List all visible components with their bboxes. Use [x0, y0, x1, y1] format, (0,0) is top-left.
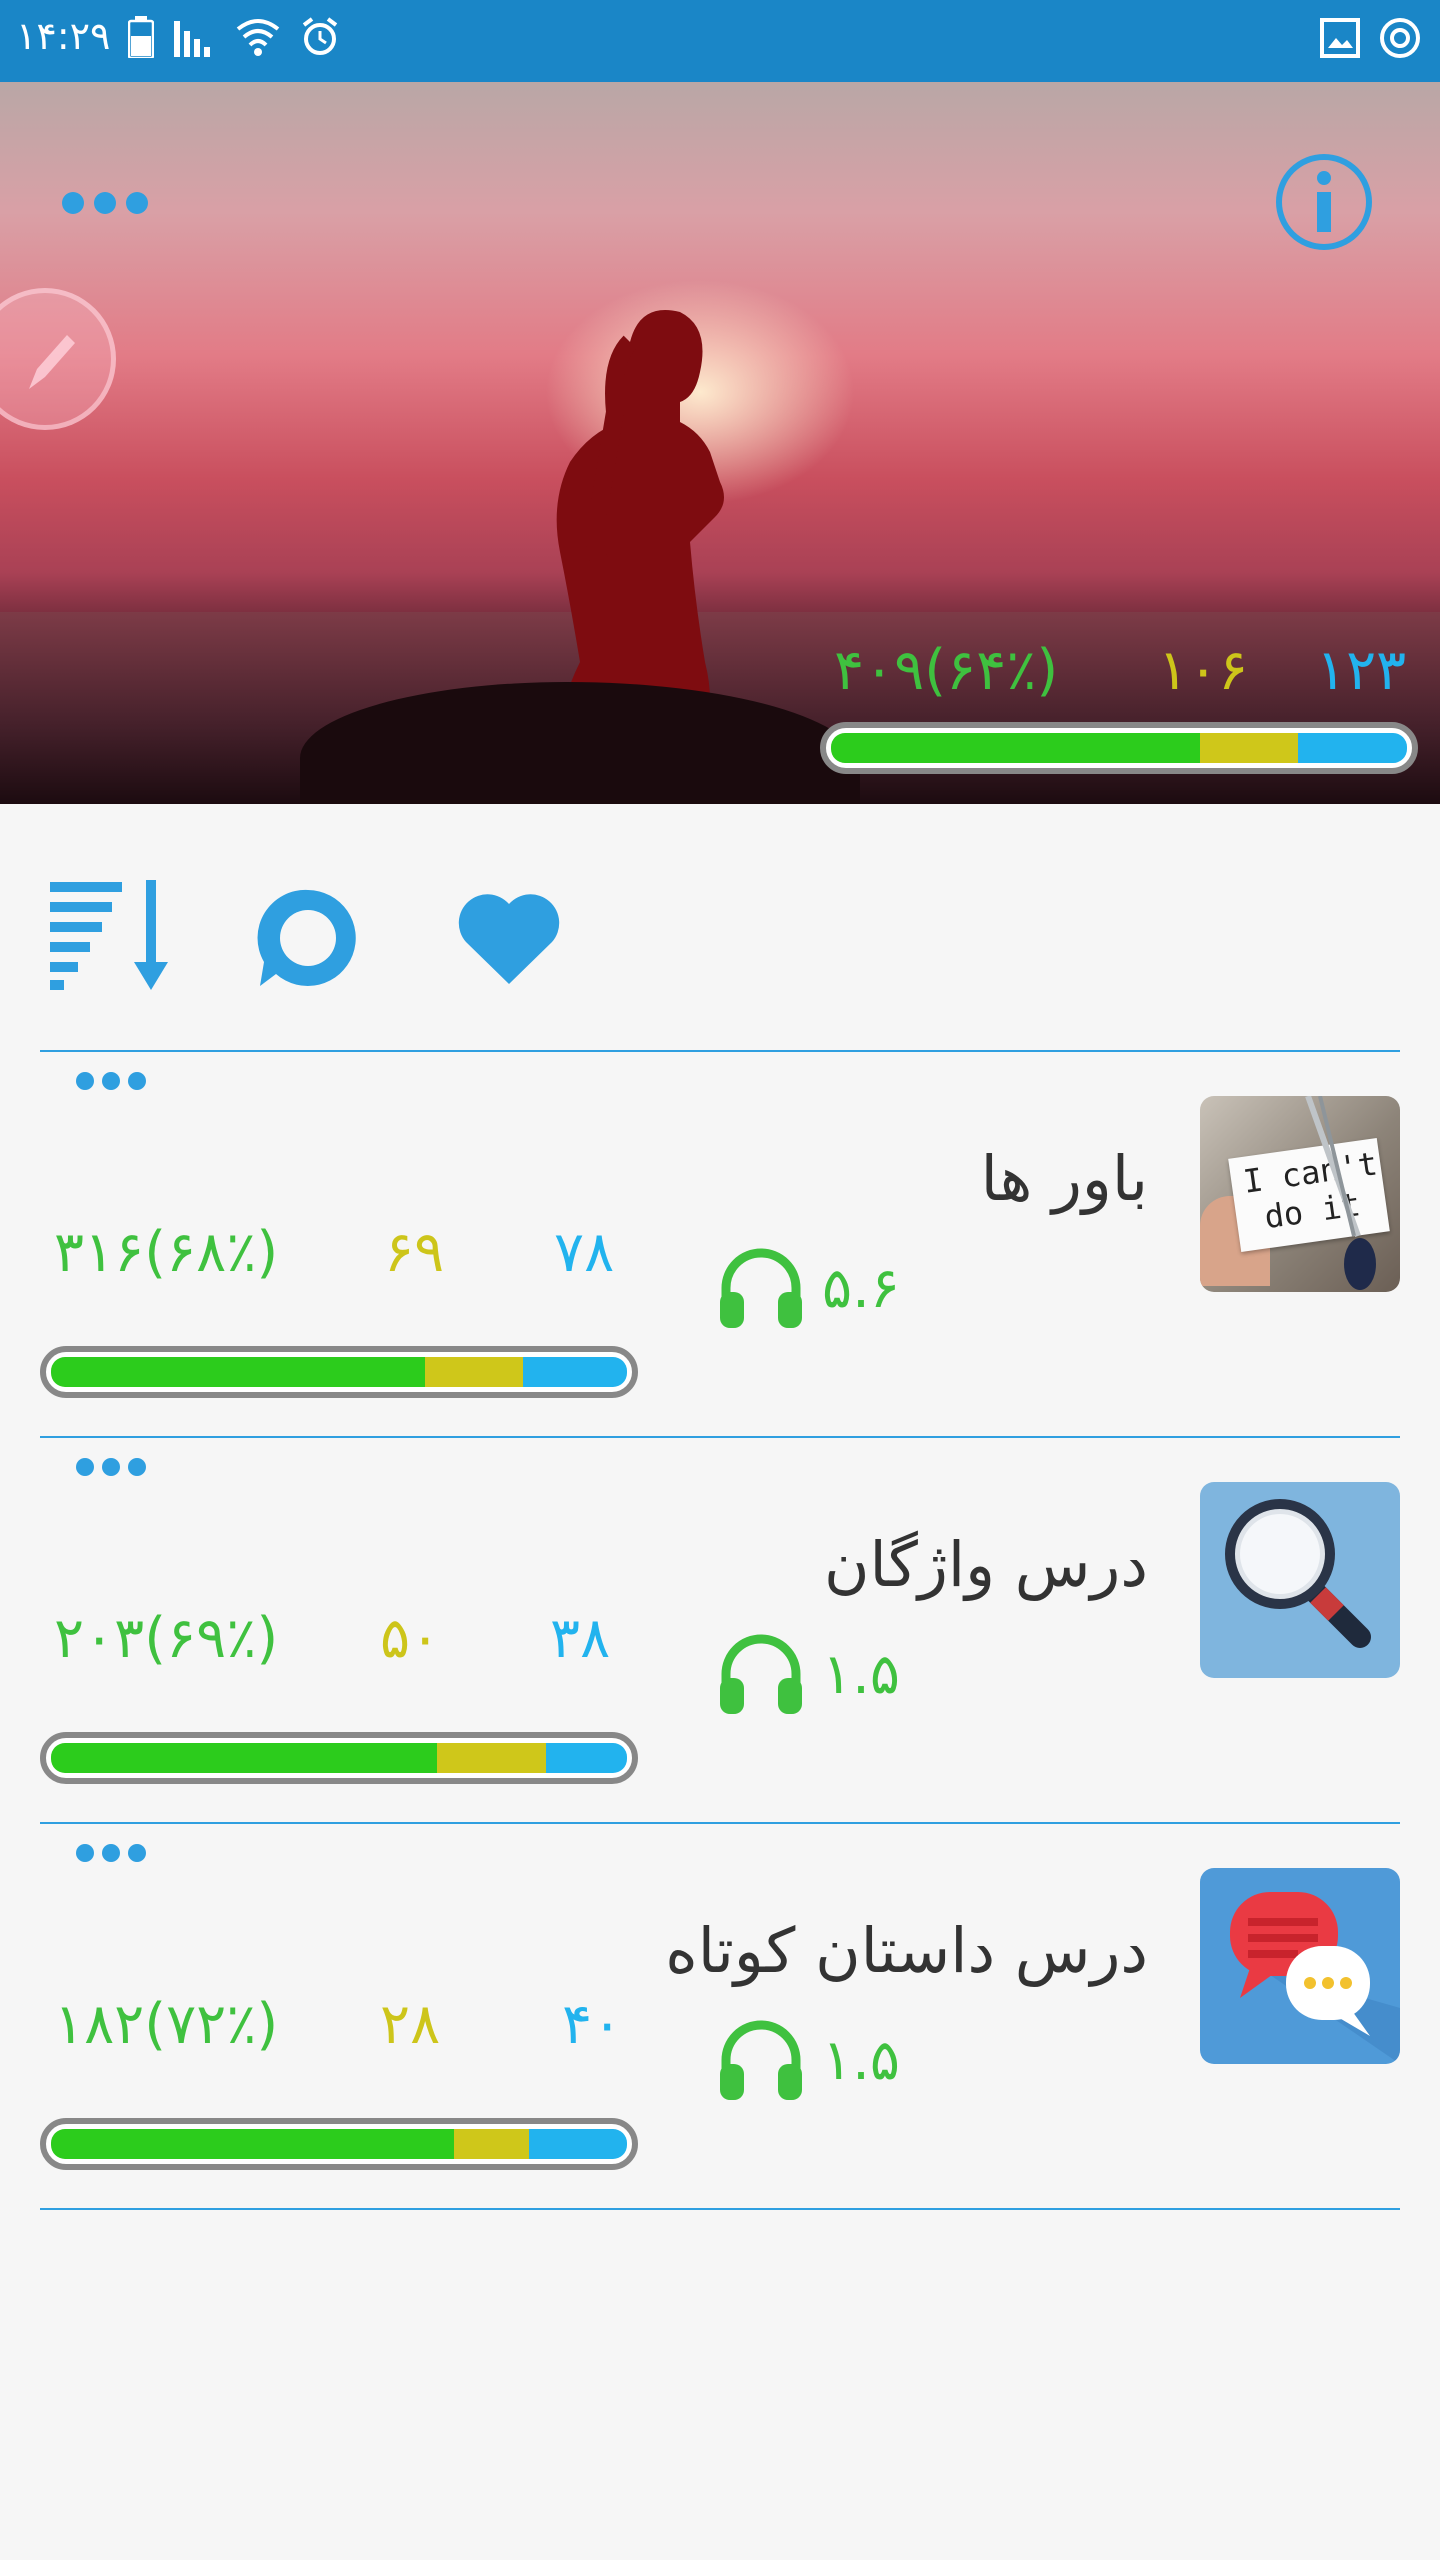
- hero-stats: ۴۰۹(۶۴٪) ۱۰۶ ۱۲۳: [820, 638, 1420, 708]
- lesson-stat-right: ۳۸: [550, 1606, 611, 1671]
- scissors-icon: [1305, 1096, 1376, 1290]
- lesson-stat-right: ۴۰: [562, 1992, 623, 2057]
- lesson-stat-middle: ۶۹: [384, 1220, 445, 1285]
- headphones-icon: [720, 1634, 802, 1714]
- lesson-title: درس داستان کوتاه: [665, 1914, 1148, 1987]
- progress-segment-blue: [1297, 733, 1407, 763]
- lesson-more-menu[interactable]: [76, 1458, 146, 1476]
- alarm-icon: [302, 17, 338, 55]
- lesson-progress-bar: [40, 1732, 638, 1784]
- progress-segment-green: [51, 1357, 426, 1387]
- lesson-stat-right: ۷۸: [554, 1220, 615, 1285]
- progress-segment-blue: [529, 2129, 627, 2159]
- lesson-more-menu[interactable]: [76, 1072, 146, 1090]
- progress-segment-yellow: [436, 1743, 547, 1773]
- listen-count: ۵.۶: [718, 1248, 900, 1328]
- image-notification-icon: [1320, 18, 1360, 58]
- sync-icon: [1380, 18, 1420, 58]
- lesson-thumbnail: I can't do it: [1200, 1096, 1400, 1292]
- status-bar: ۱۴:۲۹: [0, 0, 1440, 82]
- lesson-stats: ۳۱۶(۶۸٪) ۶۹ ۷۸: [40, 1220, 640, 1290]
- lesson-stat-total: ۳۱۶(۶۸٪): [54, 1220, 279, 1285]
- progress-segment-green: [51, 2129, 455, 2159]
- headphones-icon: [720, 2020, 802, 2100]
- chat-bubbles-icon: [1230, 1892, 1400, 2064]
- lesson-stat-middle: ۵۰: [380, 1606, 441, 1671]
- progress-segment-yellow: [425, 1357, 524, 1387]
- progress-segment-blue: [546, 1743, 627, 1773]
- lesson-stats: ۱۸۲(۷۲٪) ۲۸ ۴۰: [40, 1992, 640, 2062]
- battery-icon: [128, 16, 154, 58]
- lesson-stat-middle: ۲۸: [380, 1992, 441, 2057]
- hero-progress-bar: [820, 722, 1418, 774]
- toolbar: [40, 880, 580, 990]
- status-time: ۱۴:۲۹: [16, 14, 111, 58]
- lesson-stat-total: ۱۸۲(۷۲٪): [54, 1992, 279, 2057]
- lesson-progress-bar: [40, 2118, 638, 2170]
- sort-icon[interactable]: [50, 880, 178, 990]
- hero-banner: ۴۰۹(۶۴٪) ۱۰۶ ۱۲۳: [0, 82, 1440, 804]
- progress-segment-yellow: [454, 2129, 530, 2159]
- hero-stat-total: ۴۰۹(۶۴٪): [834, 638, 1059, 703]
- lesson-item[interactable]: I can't do it باور ها ۳۱۶(۶۸٪) ۶۹ ۷۸ ۵.۶: [0, 1052, 1440, 1437]
- hero-stat-middle: ۱۰۶: [1158, 638, 1249, 703]
- progress-segment-green: [51, 1743, 437, 1773]
- info-icon: [1317, 171, 1331, 232]
- listen-count: ۱.۵: [718, 1634, 900, 1714]
- wifi-icon: [236, 19, 280, 56]
- magnifier-icon: [1225, 1499, 1371, 1648]
- hero-stat-right: ۱۲۳: [1316, 638, 1407, 703]
- lesson-item[interactable]: درس داستان کوتاه ۱۸۲(۷۲٪) ۲۸ ۴۰ ۱.۵: [0, 1824, 1440, 2209]
- lesson-item[interactable]: درس واژگان ۲۰۳(۶۹٪) ۵۰ ۳۸ ۱.۵: [0, 1438, 1440, 1823]
- listen-count: ۱.۵: [718, 2020, 900, 2100]
- hero-more-menu[interactable]: [62, 192, 148, 214]
- progress-segment-blue: [523, 1357, 627, 1387]
- pencil-icon: [29, 335, 75, 389]
- lesson-thumbnail: [1200, 1868, 1400, 2064]
- divider: [40, 2208, 1400, 2210]
- lesson-title: باور ها: [980, 1142, 1148, 1215]
- info-button[interactable]: [1276, 154, 1372, 250]
- signal-icon: [174, 21, 210, 57]
- edit-button[interactable]: [0, 288, 116, 430]
- lesson-stat-total: ۲۰۳(۶۹٪): [54, 1606, 279, 1671]
- lesson-more-menu[interactable]: [76, 1844, 146, 1862]
- progress-segment-yellow: [1199, 733, 1298, 763]
- lesson-progress-bar: [40, 1346, 638, 1398]
- lesson-thumbnail: [1200, 1482, 1400, 1678]
- progress-segment-green: [831, 733, 1200, 763]
- comment-icon[interactable]: [256, 886, 360, 990]
- lesson-title: درس واژگان: [824, 1528, 1148, 1601]
- lesson-stats: ۲۰۳(۶۹٪) ۵۰ ۳۸: [40, 1606, 640, 1676]
- headphones-icon: [720, 1248, 802, 1328]
- heart-icon[interactable]: [458, 890, 560, 986]
